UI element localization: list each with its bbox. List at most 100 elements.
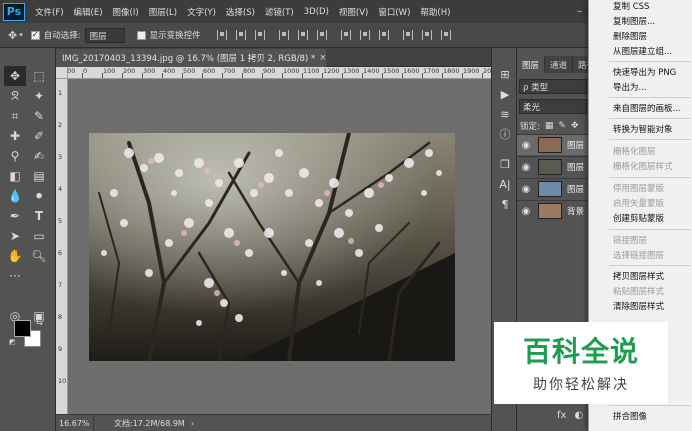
move-tool-icon[interactable]: ✥ xyxy=(8,29,17,42)
lasso-tool-icon[interactable]: ᘝ xyxy=(4,86,26,106)
tab-layers[interactable]: 图层 xyxy=(517,56,546,73)
distribute-left-icon[interactable] xyxy=(402,30,413,40)
status-menu-arrow[interactable]: › xyxy=(191,419,194,428)
clone-stamp-tool-icon[interactable]: ⚲ xyxy=(4,146,26,166)
gradient-tool-icon[interactable]: ▤ xyxy=(28,166,50,186)
menu-select[interactable]: 选择(S) xyxy=(226,6,255,18)
shape-tool-icon[interactable]: ▭ xyxy=(28,226,50,246)
eraser-tool-icon[interactable]: ◧ xyxy=(4,166,26,186)
menu-item-copy-css[interactable]: 复制 CSS xyxy=(613,0,649,12)
menu-type[interactable]: 文字(Y) xyxy=(187,6,216,18)
lock-pixels-icon[interactable]: ✎ xyxy=(558,121,566,131)
brush-tool-icon[interactable]: ✐ xyxy=(28,126,50,146)
menu-item-copy-layer-style[interactable]: 拷贝图层样式 xyxy=(613,270,664,282)
ruler-tick-label: 1500 xyxy=(383,67,400,75)
menu-item-group-from-layers[interactable]: 从图层建立组... xyxy=(613,45,672,57)
dodge-tool-icon[interactable]: ⚫ xyxy=(28,186,50,206)
visibility-eye-icon[interactable]: ◉ xyxy=(517,206,535,217)
minimize-button[interactable]: – xyxy=(577,6,582,17)
eyedropper-tool-icon[interactable]: ✎ xyxy=(28,106,50,126)
adjustment-layer-button[interactable]: ◐ xyxy=(574,410,583,421)
layer-effects-button[interactable]: fx xyxy=(557,410,566,421)
blur-tool-icon[interactable]: 💧 xyxy=(4,186,26,206)
zoom-tool-icon[interactable]: 🔍︎ xyxy=(28,246,50,266)
menu-view[interactable]: 视图(V) xyxy=(339,6,368,18)
lock-transparency-icon[interactable]: ▦ xyxy=(545,121,554,131)
align-bottom-icon[interactable] xyxy=(254,30,265,40)
paragraph-panel-icon[interactable]: ¶ xyxy=(497,196,513,212)
menu-edit[interactable]: 编辑(E) xyxy=(74,6,103,18)
pen-tool-icon[interactable]: ✒ xyxy=(4,206,26,226)
layer-filter-dropdown[interactable]: ρ 类型 xyxy=(519,79,587,94)
zoom-level-field[interactable]: 16.67% xyxy=(56,415,94,431)
tab-channels[interactable]: 通道 xyxy=(545,56,574,73)
menu-item-create-clipping-mask[interactable]: 创建剪贴蒙版 xyxy=(613,212,664,224)
history-panel-icon[interactable]: ⊞ xyxy=(497,66,513,82)
history-brush-tool-icon[interactable]: ✍ xyxy=(28,146,50,166)
lock-position-icon[interactable]: ✥ xyxy=(571,121,579,131)
menu-item-flatten-image[interactable]: 拼合图像 xyxy=(613,410,647,422)
type-tool-icon[interactable]: T xyxy=(28,206,50,226)
menu-filter[interactable]: 滤镜(T) xyxy=(265,6,294,18)
ruler-tick-label: 100 xyxy=(68,67,76,75)
ruler-tick-label: 1200 xyxy=(323,67,340,75)
document-tab[interactable]: IMG_20170403_13394.jpg @ 16.7% (图层 1 拷贝 … xyxy=(56,49,326,67)
healing-brush-tool-icon[interactable]: ✚ xyxy=(4,126,26,146)
menu-item-export-as[interactable]: 导出为... xyxy=(613,81,647,93)
marquee-tool-icon[interactable]: ⬚ xyxy=(28,66,50,86)
more-tools-icon[interactable]: ··· xyxy=(4,266,26,286)
foreground-color-swatch[interactable] xyxy=(14,320,31,337)
distribute-hcenter-icon[interactable] xyxy=(421,30,432,40)
menu-item-quick-export-png[interactable]: 快速导出为 PNG xyxy=(613,66,676,78)
align-left-icon[interactable] xyxy=(278,30,289,40)
vertical-ruler[interactable]: 1 2 3 4 5 6 7 8 9 10 xyxy=(56,79,68,414)
actions-panel-icon[interactable]: ▶ xyxy=(497,86,513,102)
swatches-panel-icon[interactable]: ❐ xyxy=(497,156,513,172)
info-panel-icon[interactable]: ⓘ xyxy=(497,126,513,142)
ruler-origin[interactable] xyxy=(56,67,68,79)
magic-wand-tool-icon[interactable]: ✦ xyxy=(28,86,50,106)
blend-mode-dropdown[interactable]: 柔光 xyxy=(519,99,587,114)
menu-3d[interactable]: 3D(D) xyxy=(304,7,329,17)
distribute-vcenter-icon[interactable] xyxy=(359,30,370,40)
distribute-right-icon[interactable] xyxy=(440,30,451,40)
align-vcenter-icon[interactable] xyxy=(235,30,246,40)
menu-item-artboard-from-layers[interactable]: 来自图层的画板... xyxy=(613,102,681,114)
distribute-top-icon[interactable] xyxy=(340,30,351,40)
ruler-tick-label: 400 xyxy=(163,67,176,75)
distribute-bottom-icon[interactable] xyxy=(378,30,389,40)
ruler-tick xyxy=(402,73,403,78)
move-tool-icon[interactable]: ✥ xyxy=(4,66,26,86)
menu-item-clear-layer-style[interactable]: 清除图层样式 xyxy=(613,300,664,312)
screen-mode-icon[interactable]: ▣ xyxy=(28,306,50,326)
show-transform-checkbox[interactable] xyxy=(136,30,146,40)
align-right-icon[interactable] xyxy=(316,30,327,40)
horizontal-ruler[interactable]: 1000100200300400500600700800900100011001… xyxy=(68,67,491,79)
character-panel-icon[interactable]: A| xyxy=(497,176,513,192)
visibility-eye-icon[interactable]: ◉ xyxy=(517,140,535,151)
chevron-down-icon[interactable]: ▾ xyxy=(19,31,23,39)
menu-help[interactable]: 帮助(H) xyxy=(420,6,450,18)
menu-window[interactable]: 窗口(W) xyxy=(378,6,410,18)
align-hcenter-icon[interactable] xyxy=(297,30,308,40)
crop-tool-icon[interactable]: ⌗ xyxy=(4,106,26,126)
visibility-eye-icon[interactable]: ◉ xyxy=(517,162,535,173)
menu-file[interactable]: 文件(F) xyxy=(35,6,64,18)
hand-tool-icon[interactable]: ✋ xyxy=(4,246,26,266)
menu-item-enable-vector-mask: 启用矢量蒙版 xyxy=(613,199,665,209)
path-selection-tool-icon[interactable]: ➤ xyxy=(4,226,26,246)
align-top-icon[interactable] xyxy=(216,30,227,40)
menu-item-delete-layer[interactable]: 删除图层 xyxy=(613,30,647,42)
visibility-eye-icon[interactable]: ◉ xyxy=(517,184,535,195)
document-image[interactable] xyxy=(89,133,455,361)
default-colors-icon[interactable]: ◩ xyxy=(9,338,16,346)
auto-select-checkbox[interactable]: ✓ xyxy=(30,30,40,40)
close-icon[interactable]: × xyxy=(319,53,326,63)
menu-layer[interactable]: 图层(L) xyxy=(149,6,177,18)
layer-thumbnail xyxy=(538,159,562,175)
menu-item-convert-smart-object[interactable]: 转换为智能对象 xyxy=(613,123,673,135)
menu-item-duplicate-layer[interactable]: 复制图层... xyxy=(613,15,655,27)
menu-image[interactable]: 图像(I) xyxy=(113,6,139,18)
properties-panel-icon[interactable]: ≋ xyxy=(497,106,513,122)
auto-select-dropdown[interactable]: 图层 xyxy=(84,27,125,43)
